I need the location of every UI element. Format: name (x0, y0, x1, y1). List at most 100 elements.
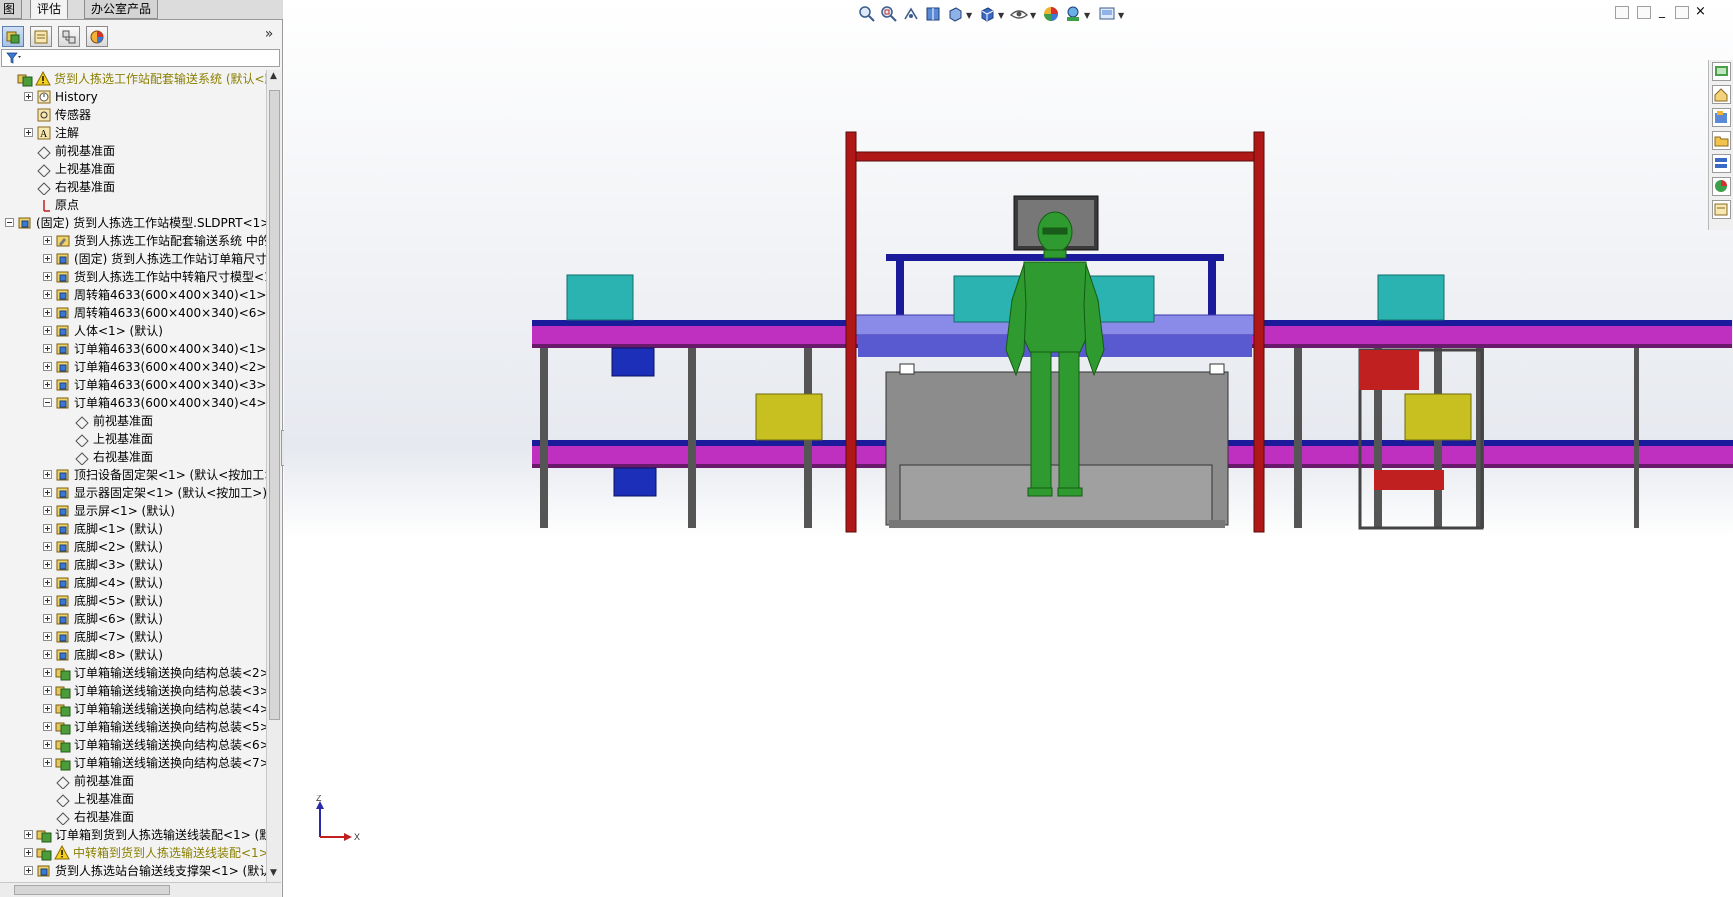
expand-icon[interactable] (43, 596, 52, 605)
expand-icon[interactable] (43, 614, 52, 623)
tree-item[interactable]: 订单箱输送线输送换向结构总装<4> (默 (0, 700, 266, 718)
tree-item[interactable]: 订单箱输送线输送换向结构总装<2> (默 (0, 664, 266, 682)
expand-icon[interactable] (43, 470, 52, 479)
expand-icon[interactable] (43, 686, 52, 695)
tree-item[interactable]: 货到人拣选工作站配套输送系统 中的配 (0, 232, 266, 250)
view-palette-icon[interactable] (1712, 131, 1731, 150)
tile-vertical-icon[interactable] (1637, 6, 1651, 19)
expand-icon[interactable] (43, 236, 52, 245)
tree-item[interactable]: 订单箱输送线输送换向结构总装<6> (默 (0, 736, 266, 754)
expand-icon[interactable] (43, 560, 52, 569)
tree-item[interactable]: 订单箱输送线输送换向结构总装<7> (默 (0, 754, 266, 772)
tree-item[interactable]: 传感器 (0, 106, 266, 124)
tab-evaluate[interactable]: 评估 (30, 0, 69, 19)
expand-icon[interactable] (43, 506, 52, 515)
tree-item[interactable]: 右视基准面 (0, 448, 266, 466)
tree-item[interactable]: 右视基准面 (0, 178, 266, 196)
configuration-manager-tab[interactable] (58, 26, 80, 47)
tree-item[interactable]: 前视基准面 (0, 412, 266, 430)
tree-item[interactable]: 底脚<8> (默认) (0, 646, 266, 664)
tree-item[interactable]: 订单箱4633(600×400×340)<4> (默认 (0, 394, 266, 412)
scroll-up-icon[interactable]: ▲ (270, 72, 279, 81)
expand-icon[interactable] (43, 632, 52, 641)
chevron-down-icon[interactable]: ▼ (998, 11, 1004, 20)
tree-item[interactable]: 底脚<2> (默认) (0, 538, 266, 556)
scrollbar-thumb[interactable] (269, 90, 280, 720)
solidworks-resources-icon[interactable] (1712, 62, 1731, 81)
previous-view-icon[interactable] (902, 5, 920, 23)
expand-icon[interactable] (24, 92, 33, 101)
expand-icon[interactable] (24, 866, 33, 875)
tree-item[interactable]: (固定) 货到人拣选工作站订单箱尺寸模型 (0, 250, 266, 268)
tree-item[interactable]: 上视基准面 (0, 790, 266, 808)
expand-icon[interactable] (43, 290, 52, 299)
tree-item[interactable]: 周转箱4633(600×400×340)<1> (默认 (0, 286, 266, 304)
tree-item[interactable]: 底脚<3> (默认) (0, 556, 266, 574)
expand-icon[interactable] (43, 650, 52, 659)
section-view-icon[interactable] (924, 5, 942, 23)
expand-icon[interactable] (43, 524, 52, 533)
tree-item[interactable]: 原点 (0, 196, 266, 214)
expand-icon[interactable] (43, 758, 52, 767)
expand-panel-icon[interactable]: » (262, 27, 276, 43)
tree-item[interactable]: 显示器固定架<1> (默认<按加工>) (0, 484, 266, 502)
expand-icon[interactable] (43, 668, 52, 677)
tree-item[interactable]: (固定) 货到人拣选工作站模型.SLDPRT<1> (0, 214, 266, 232)
expand-icon[interactable] (43, 578, 52, 587)
tree-item[interactable]: History (0, 88, 266, 106)
tree-item[interactable]: 上视基准面 (0, 430, 266, 448)
collapse-icon[interactable] (43, 398, 52, 407)
tree-item[interactable]: 周转箱4633(600×400×340)<6> (默认 (0, 304, 266, 322)
expand-icon[interactable] (43, 740, 52, 749)
chevron-down-icon[interactable]: ▼ (1084, 11, 1090, 20)
expand-icon[interactable] (43, 488, 52, 497)
tree-item[interactable]: 人体<1> (默认) (0, 322, 266, 340)
graphics-area[interactable]: ▼ ▼ ▼ ▼ ▼ _ × Z X (284, 0, 1733, 897)
tree-item[interactable]: 订单箱输送线输送换向结构总装<5> (默 (0, 718, 266, 736)
edit-appearance-icon[interactable] (1042, 5, 1060, 23)
task-scheduler-icon[interactable] (1712, 200, 1731, 219)
apply-scene-icon[interactable] (1064, 5, 1082, 23)
view-settings-icon[interactable] (1098, 5, 1116, 23)
tree-item[interactable]: 订单箱到货到人拣选输送线装配<1> (默认 (0, 826, 266, 844)
tile-horizontal-icon[interactable] (1615, 6, 1629, 19)
tree-item[interactable]: 底脚<6> (默认) (0, 610, 266, 628)
tree-item[interactable]: 前视基准面 (0, 142, 266, 160)
feature-tree-filter[interactable] (1, 49, 280, 67)
file-explorer-icon[interactable] (1712, 108, 1731, 127)
tree-item[interactable]: 底脚<5> (默认) (0, 592, 266, 610)
tree-item[interactable]: 订单箱4633(600×400×340)<2> (默认 (0, 358, 266, 376)
chevron-down-icon[interactable]: ▼ (966, 11, 972, 20)
scrollbar-thumb[interactable] (14, 885, 170, 895)
expand-icon[interactable] (43, 272, 52, 281)
tree-item[interactable]: 货到人拣选站台输送线支撑架<1> (默认< (0, 862, 266, 880)
expand-icon[interactable] (43, 380, 52, 389)
expand-icon[interactable] (24, 128, 33, 137)
display-manager-tab[interactable] (86, 26, 108, 47)
tree-item[interactable]: A 注解 (0, 124, 266, 142)
close-icon[interactable]: × (1695, 5, 1709, 19)
expand-icon[interactable] (24, 848, 33, 857)
custom-properties-icon[interactable] (1712, 177, 1731, 196)
property-manager-tab[interactable] (30, 26, 52, 47)
tree-item[interactable]: 底脚<4> (默认) (0, 574, 266, 592)
appearances-icon[interactable] (1712, 154, 1731, 173)
tree-horizontal-scrollbar[interactable] (0, 882, 281, 897)
scroll-down-icon[interactable]: ▼ (270, 869, 279, 878)
minimize-icon[interactable]: _ (1659, 5, 1673, 19)
expand-icon[interactable] (43, 326, 52, 335)
tab-sketch[interactable]: 图 (0, 0, 23, 19)
collapse-icon[interactable] (5, 218, 14, 227)
expand-icon[interactable] (43, 542, 52, 551)
design-library-icon[interactable] (1712, 85, 1731, 104)
chevron-down-icon[interactable]: ▼ (1118, 11, 1124, 20)
display-style-icon[interactable] (978, 5, 996, 23)
tree-item[interactable]: 前视基准面 (0, 772, 266, 790)
expand-icon[interactable] (43, 344, 52, 353)
zoom-to-fit-icon[interactable] (858, 5, 876, 23)
view-orientation-icon[interactable] (946, 5, 964, 23)
expand-icon[interactable] (43, 308, 52, 317)
tree-item[interactable]: 顶扫设备固定架<1> (默认<按加工>) (0, 466, 266, 484)
restore-icon[interactable] (1675, 6, 1689, 19)
tree-item[interactable]: 中转箱到货到人拣选输送线装配<1> (默 (0, 844, 266, 862)
